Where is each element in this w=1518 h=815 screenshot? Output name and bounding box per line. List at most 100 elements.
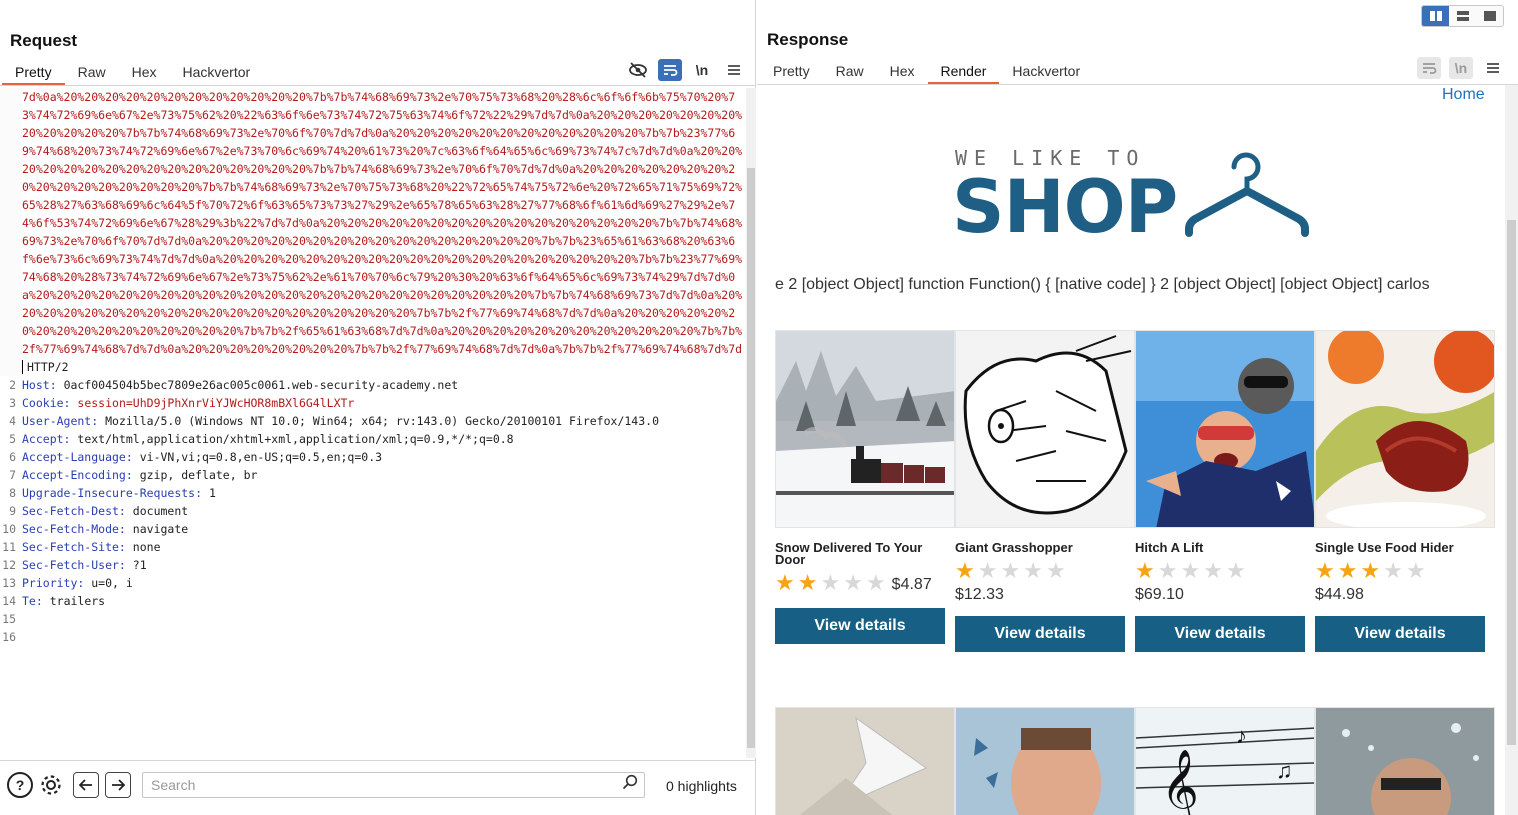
line-number: 5	[9, 432, 16, 446]
newline-icon[interactable]: \n	[1449, 57, 1473, 79]
tab-hackvertor[interactable]: Hackvertor	[999, 62, 1093, 84]
wrap-icon[interactable]	[1417, 57, 1441, 79]
header-line: 4 User-Agent: Mozilla/5.0 (Windows NT 10.…	[0, 412, 746, 430]
star-empty-icon: ★	[1203, 558, 1223, 583]
wrap-icon[interactable]	[658, 59, 682, 81]
star-filled-icon: ★	[1135, 558, 1155, 583]
product-image-music-notes[interactable]: 𝄞 ♪ ♫	[1135, 707, 1315, 815]
injected-output-text: e 2 [object Object] function Function() …	[775, 276, 1430, 293]
product-price: $12.33	[955, 586, 1004, 603]
tab-pretty[interactable]: Pretty	[2, 63, 65, 85]
product-card	[775, 707, 955, 815]
request-line: 7d%0a%20%20%20%20%20%20%20%20%20%20%20%2…	[0, 88, 746, 376]
header-line: 2 Host: 0acf004504b5bec7809e26ac005c0061.…	[0, 376, 746, 394]
tab-raw[interactable]: Raw	[823, 62, 877, 84]
header-name: Upgrade-Insecure-Requests:	[22, 486, 203, 500]
header-line: 3 Cookie: session=UhD9jPhXnrViYJWcHOR8mBX…	[0, 394, 746, 412]
tab-raw[interactable]: Raw	[65, 63, 119, 85]
line-number: 16	[2, 630, 16, 644]
request-toolbar: \n	[626, 59, 746, 81]
arrow-left-icon[interactable]	[73, 772, 99, 798]
star-empty-icon: ★	[1405, 558, 1426, 583]
product-name: Snow Delivered To Your Door	[775, 540, 923, 567]
menu-icon[interactable]	[1481, 57, 1505, 79]
scrollbar-thumb[interactable]	[1507, 220, 1516, 745]
gear-icon[interactable]	[38, 772, 64, 798]
single-pane-icon[interactable]	[1476, 6, 1503, 26]
star-empty-icon: ★	[1383, 558, 1403, 583]
encoded-payload: 7d%0a%20%20%20%20%20%20%20%20%20%20%20%2…	[22, 90, 743, 356]
arrow-right-icon[interactable]	[105, 772, 131, 798]
header-value: 0acf004504b5bec7809e26ac005c0061.web-sec…	[63, 378, 459, 392]
star-empty-icon: ★	[1000, 558, 1021, 583]
header-line: 6 Accept-Language: vi-VN,vi;q=0.8,en-US;q…	[0, 448, 746, 466]
response-tabs: Pretty Raw Hex Render Hackvertor	[760, 62, 1093, 84]
view-details-button[interactable]: View details	[1135, 616, 1305, 652]
product-image-splash-face[interactable]	[1315, 707, 1495, 815]
star-rating: ★ ★ ★ ★ ★	[955, 560, 1135, 582]
star-filled-icon: ★	[1360, 558, 1381, 583]
request-bottom-bar: ? Search 0 highlights	[0, 760, 756, 810]
product-image-snow-train[interactable]	[775, 330, 955, 528]
request-scrollbar[interactable]	[746, 88, 756, 758]
product-name: Giant Grasshopper	[955, 540, 1073, 555]
header-value: text/html,application/xhtml+xml,applicat…	[77, 432, 514, 446]
product-image-paper-planes[interactable]	[775, 707, 955, 815]
line-number: 9	[9, 504, 16, 518]
line-number: 3	[9, 396, 16, 410]
product-image-banana-sausage[interactable]	[1315, 330, 1495, 528]
split-vertical-icon[interactable]	[1449, 6, 1476, 26]
star-empty-icon: ★	[1157, 558, 1178, 583]
header-name: Priority:	[22, 576, 85, 590]
star-filled-icon: ★	[797, 570, 818, 595]
line-number: 13	[2, 576, 16, 590]
star-rating: ★ ★ ★ ★ ★	[1315, 560, 1495, 582]
view-details-button[interactable]: View details	[775, 608, 945, 644]
tab-hackvertor[interactable]: Hackvertor	[170, 63, 264, 85]
product-name: Single Use Food Hider	[1315, 540, 1454, 555]
tab-hex[interactable]: Hex	[877, 62, 928, 84]
view-details-button[interactable]: View details	[1315, 616, 1485, 652]
search-icon[interactable]	[622, 774, 638, 795]
request-editor[interactable]: 7d%0a%20%20%20%20%20%20%20%20%20%20%20%2…	[0, 88, 746, 758]
view-details-button[interactable]: View details	[955, 616, 1125, 652]
scrollbar-thumb[interactable]	[747, 168, 755, 748]
menu-icon[interactable]	[722, 59, 746, 81]
header-value: document	[132, 504, 189, 518]
header-line: 14 Te: trailers	[0, 592, 746, 610]
newline-icon[interactable]: \n	[690, 59, 714, 81]
header-value: 1	[208, 486, 216, 500]
star-empty-icon: ★	[1225, 558, 1246, 583]
tab-hex[interactable]: Hex	[119, 63, 170, 85]
help-icon[interactable]: ?	[7, 772, 33, 798]
product-image-face-triangles[interactable]	[955, 707, 1135, 815]
tab-render[interactable]: Render	[927, 62, 1000, 84]
svg-text:𝄞: 𝄞	[1161, 750, 1199, 815]
product-image-skydivers[interactable]	[1135, 330, 1315, 528]
header-name: Sec-Fetch-Mode:	[22, 522, 126, 536]
header-line: 11 Sec-Fetch-Site: none	[0, 538, 746, 556]
response-toolbar: \n	[1417, 57, 1505, 79]
tab-pretty[interactable]: Pretty	[760, 62, 823, 84]
response-scrollbar[interactable]	[1505, 85, 1518, 815]
request-line-text: 7d%0a%20%20%20%20%20%20%20%20%20%20%20%2…	[22, 88, 746, 376]
split-horizontal-icon[interactable]	[1422, 6, 1449, 26]
search-input[interactable]: Search	[142, 772, 645, 798]
empty-line: 15	[0, 610, 746, 628]
header-name: Cookie:	[22, 396, 71, 410]
star-empty-icon: ★	[1180, 558, 1201, 583]
star-empty-icon: ★	[1023, 558, 1043, 583]
product-price: $44.98	[1315, 586, 1364, 603]
header-value: navigate	[132, 522, 189, 536]
line-number	[0, 88, 22, 376]
product-image-grasshopper[interactable]	[955, 330, 1135, 528]
product-name: Hitch A Lift	[1135, 540, 1204, 555]
star-empty-icon: ★	[977, 558, 998, 583]
header-name: Accept:	[22, 432, 71, 446]
hanger-icon	[1185, 152, 1309, 237]
request-pane: Request Pretty Raw Hex Hackvertor \n 7d%…	[0, 0, 756, 815]
eye-slash-icon[interactable]	[626, 59, 650, 81]
response-title: Response	[767, 30, 849, 49]
header-value: u=0, i	[91, 576, 133, 590]
home-link[interactable]: Home	[1442, 86, 1485, 104]
